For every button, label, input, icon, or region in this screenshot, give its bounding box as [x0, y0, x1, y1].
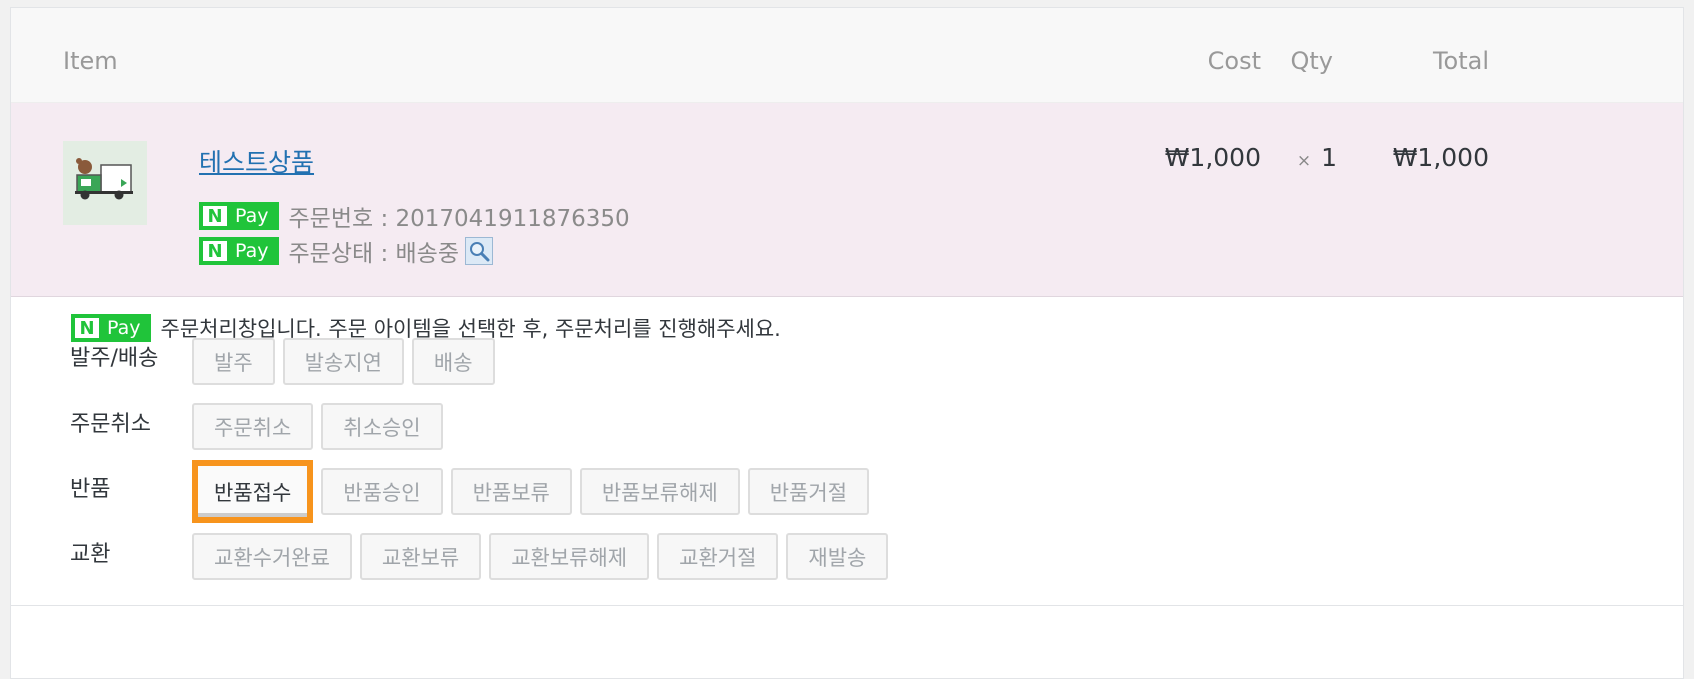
header-cost: Cost: [1207, 47, 1261, 75]
return-receive-button[interactable]: 반품접수: [192, 460, 314, 523]
exchange-hold-release-button[interactable]: 교환보류해제: [489, 533, 650, 580]
exchange-collect-done-button[interactable]: 교환수거완료: [192, 533, 352, 580]
npay-pay-text: Pay: [235, 240, 269, 262]
item-qty: × 1: [1297, 143, 1337, 172]
order-cancel-button[interactable]: 주문취소: [192, 403, 314, 450]
return-approve-button[interactable]: 반품승인: [321, 468, 443, 515]
header-item: Item: [63, 47, 118, 75]
return-reject-button[interactable]: 반품거절: [747, 468, 870, 515]
shipping-delay-button[interactable]: 발송지연: [282, 338, 404, 385]
header-total: Total: [1432, 47, 1489, 75]
header-qty: Qty: [1290, 47, 1333, 75]
table-row: 테스트상품 N Pay 주문번호 : 2017041911876350 N Pa…: [11, 103, 1683, 297]
npay-badge: N Pay: [71, 314, 151, 342]
magnifier-icon[interactable]: [465, 237, 493, 265]
order-status-line: N Pay 주문상태 : 배송중: [199, 234, 493, 268]
order-status: 주문상태 : 배송중: [288, 241, 460, 267]
item-total: ₩1,000: [1392, 143, 1489, 172]
npay-badge: N Pay: [199, 202, 279, 230]
multiply-symbol: ×: [1296, 151, 1312, 171]
exchange-hold-button[interactable]: 교환보류: [359, 533, 482, 580]
group-label-exchange: 교환: [70, 542, 111, 567]
qty-value: 1: [1321, 143, 1337, 172]
npay-badge: N Pay: [199, 237, 279, 265]
item-cost: ₩1,000: [1164, 143, 1261, 172]
npay-n-logo: N: [203, 241, 227, 262]
table-header: Item Cost Qty Total: [11, 8, 1683, 103]
ship-button[interactable]: 배송: [411, 338, 495, 385]
npay-n-logo: N: [203, 206, 227, 227]
group-label-shipping: 발주/배송: [70, 346, 159, 371]
npay-n-logo: N: [75, 318, 99, 339]
return-hold-release-button[interactable]: 반품보류해제: [579, 468, 740, 515]
group-label-cancel: 주문취소: [70, 412, 151, 437]
order-number: 주문번호 : 2017041911876350: [288, 206, 630, 232]
order-items-panel: Item Cost Qty Total 테스트상품 N Pay 주문번호: 2…: [10, 7, 1684, 679]
group-label-return: 반품: [70, 477, 111, 502]
exchange-reject-button[interactable]: 교환거절: [657, 533, 779, 580]
return-hold-button[interactable]: 반품보류: [450, 468, 572, 515]
order-number-line: N Pay 주문번호 : 2017041911876350: [199, 199, 630, 233]
cancel-buttons: 주문취소 취소승인: [192, 403, 443, 450]
exchange-buttons: 교환수거완료 교환보류 교환보류해제 교환거절 재발송: [192, 533, 889, 580]
npay-pay-text: Pay: [107, 317, 141, 339]
return-buttons: 반품접수 반품승인 반품보류 반품보류해제 반품거절: [192, 460, 870, 523]
cancel-approve-button[interactable]: 취소승인: [321, 403, 443, 450]
npay-pay-text: Pay: [235, 205, 269, 227]
product-name-link[interactable]: 테스트상품: [199, 147, 314, 179]
bottom-divider: [11, 605, 1683, 606]
resend-button[interactable]: 재발송: [786, 533, 889, 580]
shipping-buttons: 발주 발송지연 배송: [192, 338, 495, 385]
product-thumbnail: [63, 141, 147, 225]
order-confirm-button[interactable]: 발주: [192, 338, 275, 385]
